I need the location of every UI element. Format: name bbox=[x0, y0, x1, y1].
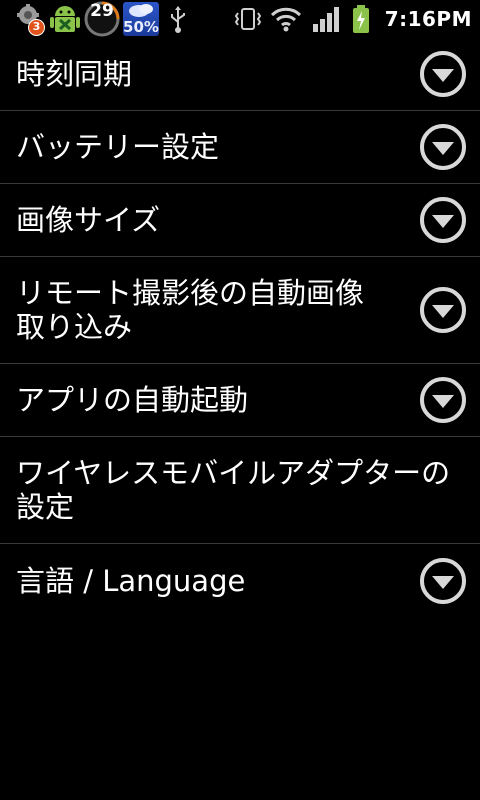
setting-label: ワイヤレスモバイルアダプターの 設定 bbox=[16, 456, 471, 524]
temperature-value: 29 bbox=[90, 1, 114, 21]
settings-list: 時刻同期 バッテリー設定 画像サイズ リモート撮影後の自動画像 取り込み アプリ… bbox=[0, 38, 480, 617]
weather-icon: 50% bbox=[123, 2, 159, 36]
setting-app-auto-launch[interactable]: アプリの自動起動 bbox=[0, 364, 480, 437]
usb-icon bbox=[167, 4, 195, 34]
setting-label: アプリの自動起動 bbox=[16, 383, 249, 417]
vibrate-icon bbox=[233, 4, 263, 34]
status-clock: 7:16PM bbox=[384, 7, 472, 31]
setting-label: バッテリー設定 bbox=[16, 130, 220, 164]
dropdown-arrow-icon[interactable] bbox=[419, 123, 467, 171]
setting-image-size[interactable]: 画像サイズ bbox=[0, 184, 480, 257]
gear-notification-icon: 3 bbox=[14, 3, 46, 36]
dropdown-arrow-icon[interactable] bbox=[419, 376, 467, 424]
battery-charging-icon bbox=[351, 4, 371, 34]
setting-label: 時刻同期 bbox=[16, 57, 133, 91]
setting-label: 画像サイズ bbox=[16, 203, 161, 237]
android-app-icon bbox=[48, 2, 82, 36]
wifi-icon bbox=[269, 4, 303, 34]
setting-label: 言語 / Language bbox=[16, 563, 246, 598]
status-bar: 3 29 50% 7:16PM bbox=[0, 0, 480, 38]
setting-label-line: 取り込み bbox=[16, 310, 133, 344]
setting-label-line: 設定 bbox=[16, 490, 75, 524]
notification-count-badge: 3 bbox=[28, 19, 45, 36]
dropdown-arrow-icon[interactable] bbox=[419, 50, 467, 98]
setting-time-sync[interactable]: 時刻同期 bbox=[0, 38, 480, 111]
setting-label-line: リモート撮影後の自動画像 bbox=[16, 276, 365, 310]
weather-value: 50% bbox=[123, 18, 159, 36]
setting-battery[interactable]: バッテリー設定 bbox=[0, 111, 480, 184]
setting-remote-auto-import[interactable]: リモート撮影後の自動画像 取り込み bbox=[0, 257, 480, 364]
signal-icon bbox=[311, 4, 341, 34]
dropdown-arrow-icon[interactable] bbox=[419, 286, 467, 334]
temperature-ring-icon: 29 bbox=[84, 1, 120, 37]
setting-label-line: ワイヤレスモバイルアダプターの bbox=[16, 456, 451, 490]
setting-language[interactable]: 言語 / Language bbox=[0, 544, 480, 617]
setting-wireless-adapter[interactable]: ワイヤレスモバイルアダプターの 設定 bbox=[0, 437, 480, 544]
dropdown-arrow-icon[interactable] bbox=[419, 196, 467, 244]
dropdown-arrow-icon[interactable] bbox=[419, 557, 467, 605]
setting-label: リモート撮影後の自動画像 取り込み bbox=[16, 276, 406, 344]
